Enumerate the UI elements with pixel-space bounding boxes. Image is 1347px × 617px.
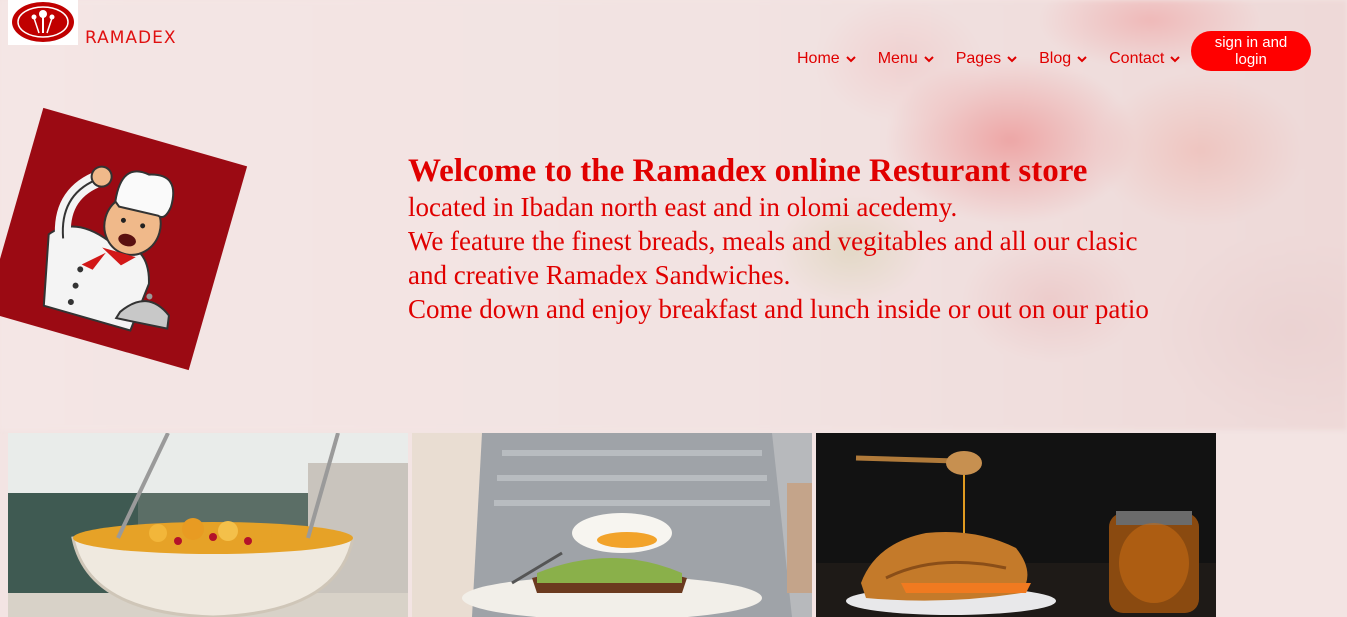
- hero-title: Welcome to the Ramadex online Resturant …: [408, 152, 1308, 190]
- nav-home[interactable]: Home: [797, 50, 856, 68]
- gallery-photo-fruit-bowl[interactable]: [8, 433, 408, 617]
- nav-contact-label: Contact: [1109, 50, 1164, 68]
- logo[interactable]: [8, 0, 78, 45]
- hero-line: Come down and enjoy breakfast and lunch …: [408, 292, 1308, 326]
- nav-blog-label: Blog: [1039, 50, 1071, 68]
- chevron-down-icon: [846, 50, 856, 68]
- nav-menu-label: Menu: [878, 50, 918, 68]
- chevron-down-icon: [1170, 50, 1180, 68]
- brand-name[interactable]: RAMADEX: [85, 28, 177, 48]
- chevron-down-icon: [924, 50, 934, 68]
- croissant-honey-icon: [816, 433, 1216, 617]
- hero-line: located in Ibadan north east and in olom…: [408, 190, 1308, 224]
- food-gallery: [8, 433, 1216, 617]
- hero-text: Welcome to the Ramadex online Resturant …: [408, 152, 1308, 326]
- nav-pages[interactable]: Pages: [956, 50, 1017, 68]
- nav-menu[interactable]: Menu: [878, 50, 934, 68]
- nav-blog[interactable]: Blog: [1039, 50, 1087, 68]
- chevron-down-icon: [1077, 50, 1087, 68]
- gallery-photo-avocado-toast[interactable]: [412, 433, 812, 617]
- nav-pages-label: Pages: [956, 50, 1001, 68]
- nav-home-label: Home: [797, 50, 840, 68]
- sign-in-button[interactable]: sign in and login: [1191, 31, 1311, 71]
- fruit-bowl-icon: [8, 433, 408, 617]
- main-nav: Home Menu Pages Blog Contact: [797, 50, 1202, 68]
- gallery-photo-croissant-honey[interactable]: [816, 433, 1216, 617]
- avocado-toast-icon: [412, 433, 812, 617]
- hero-line: We feature the finest breads, meals and …: [408, 224, 1308, 258]
- hero-line: and creative Ramadex Sandwiches.: [408, 258, 1308, 292]
- logo-icon: [10, 1, 76, 45]
- nav-contact[interactable]: Contact: [1109, 50, 1180, 68]
- chevron-down-icon: [1007, 50, 1017, 68]
